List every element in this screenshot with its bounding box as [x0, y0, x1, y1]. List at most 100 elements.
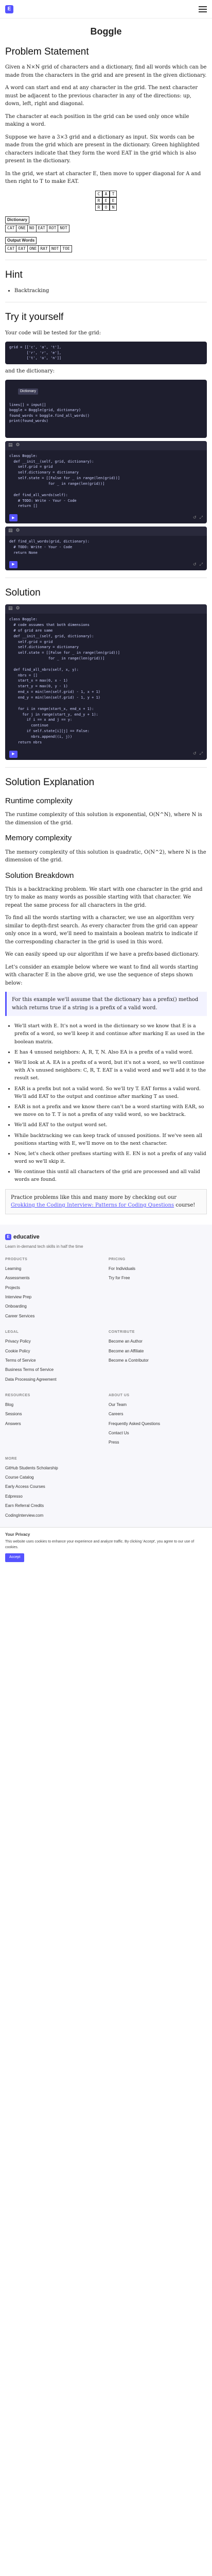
footer-link[interactable]: Our Team — [109, 1402, 207, 1408]
run-button[interactable]: ▶ — [9, 514, 17, 522]
fullscreen-icon[interactable]: ⤢ — [200, 562, 203, 568]
settings-icon[interactable]: ⚙ — [16, 442, 20, 449]
reset-icon[interactable]: ↺ — [193, 751, 197, 757]
footer-column: MORE GitHub Students Scholarship Course Ca… — [5, 1456, 103, 1522]
code-editor: ▤ ⚙ class Boggle: def __init__(self, gri… — [5, 440, 207, 524]
footer-link[interactable]: Try for Free — [109, 1275, 207, 1281]
privacy-text: This website uses cookies to enhance you… — [5, 1540, 195, 1550]
run-button[interactable]: ▶ — [9, 561, 17, 568]
example-grid: CATREERON — [5, 190, 207, 211]
settings-icon[interactable]: ⚙ — [16, 605, 20, 613]
footer-link[interactable]: Privacy Policy — [5, 1338, 103, 1345]
footer-column-title: CONTRIBUTE — [109, 1330, 135, 1334]
footer-link[interactable]: GitHub Students Scholarship — [5, 1465, 103, 1471]
footer-link[interactable]: Terms of Service — [5, 1358, 103, 1364]
footer-link[interactable]: Data Processing Agreement — [5, 1377, 103, 1383]
privacy-title: Your Privacy — [5, 1532, 30, 1537]
python-icon[interactable]: ▤ — [8, 605, 13, 613]
footer-column: PRICING For Individuals Try for Free — [109, 1257, 207, 1323]
footer-link[interactable]: Interview Prep — [5, 1294, 103, 1300]
footer-link[interactable]: CodingInterview.com — [5, 1513, 103, 1519]
code-body[interactable]: def find_all_words(grid, dictionary): # … — [5, 536, 207, 559]
reset-icon[interactable]: ↺ — [193, 562, 197, 568]
dictionary-word: NO — [27, 225, 37, 232]
footer-column-title: PRICING — [109, 1258, 126, 1262]
problem-paragraph: A word can start and end at any characte… — [5, 85, 198, 107]
python-icon[interactable]: ▤ — [8, 528, 13, 535]
footer-link[interactable]: Early Access Courses — [5, 1484, 103, 1490]
code-editor: ▤ ⚙ def find_all_words(grid, dictionary)… — [5, 527, 207, 570]
try-heading: Try it yourself — [5, 312, 64, 323]
footer-link[interactable]: Answers — [5, 1421, 103, 1427]
output-word: ONE — [27, 245, 39, 253]
footer-link[interactable]: Career Services — [5, 1313, 103, 1319]
problem-heading: Problem Statement — [5, 46, 89, 57]
problem-paragraph: In the grid, we start at character E, th… — [5, 171, 201, 185]
fullscreen-icon[interactable]: ⤢ — [200, 751, 203, 757]
code-toolbar: ▤ ⚙ — [5, 527, 207, 536]
footer-link[interactable]: Become a Contributor — [109, 1358, 207, 1364]
step-item: We continue this until all characters of… — [14, 1168, 207, 1183]
page-title: Boggle — [90, 26, 122, 37]
menu-icon[interactable] — [199, 6, 207, 12]
footer-column-title: RESOURCES — [5, 1394, 30, 1398]
course-link[interactable]: Grokking the Coding Interview: Patterns … — [11, 1202, 174, 1208]
footer-link[interactable]: Earn Referral Credits — [5, 1503, 103, 1509]
fullscreen-icon[interactable]: ⤢ — [200, 515, 203, 521]
breakdown-paragraph: This is a backtracking problem. We start… — [5, 886, 203, 908]
footer-link[interactable]: Cookie Policy — [5, 1348, 103, 1354]
footer-link[interactable]: Become an Affiliate — [109, 1348, 207, 1354]
top-bar: E — [0, 0, 212, 19]
footer-column-title: PRODUCTS — [5, 1258, 28, 1262]
logo-icon[interactable]: E — [5, 5, 13, 13]
problem-paragraph: The character at each position in the gr… — [5, 113, 189, 128]
reset-icon[interactable]: ↺ — [193, 515, 197, 521]
footer-brand[interactable]: E educative — [5, 1233, 207, 1242]
logo-icon: E — [5, 1234, 11, 1241]
footer-link[interactable]: Blog — [5, 1402, 103, 1408]
footer-link[interactable]: Business Terms of Service — [5, 1367, 103, 1373]
footer-link[interactable]: Assessments — [5, 1275, 103, 1281]
code-body[interactable]: class Boggle: def __init__(self, grid, d… — [5, 450, 207, 512]
footer-link[interactable]: Edpresso — [5, 1494, 103, 1500]
step-item: Now, let's check other prefixes starting… — [14, 1150, 207, 1165]
dictionary-word: CAT — [5, 225, 17, 232]
footer-column: PRODUCTS Learning Assessments Projects Inter… — [5, 1257, 103, 1323]
footer-link[interactable]: Learning — [5, 1266, 103, 1272]
footer-link[interactable]: Contact Us — [109, 1430, 207, 1436]
footer-link[interactable]: Press — [109, 1439, 207, 1446]
step-item: E has 4 unused neighbors: A, R, T, N. Al… — [14, 1048, 207, 1056]
footer-link[interactable]: Become an Author — [109, 1338, 207, 1345]
try-paragraph: Your code will be tested for the grid: — [5, 330, 101, 336]
accept-button[interactable]: Accept — [5, 1553, 25, 1562]
hint-heading: Hint — [5, 269, 23, 281]
runtime-heading: Runtime complexity — [5, 796, 73, 806]
grid-code-block: grid = [['c', 'a', 't'], ['r', 'r', 'e']… — [5, 342, 207, 364]
settings-icon[interactable]: ⚙ — [16, 528, 20, 535]
hint-list: Backtracking — [14, 287, 207, 295]
run-button[interactable]: ▶ — [9, 750, 17, 758]
dict-code-block: Dictionary lines[] = input[] boggle = Bo… — [5, 380, 207, 438]
dictionary-word: EAT — [36, 225, 47, 232]
code-body[interactable]: class Boggle: # code assumes that both d… — [5, 614, 207, 748]
dictionary-word: ROT — [47, 225, 59, 232]
footer-link[interactable]: For Individuals — [109, 1266, 207, 1272]
footer-link[interactable]: Course Catalog — [5, 1475, 103, 1481]
footer-link[interactable]: Frequently Asked Questions — [109, 1421, 207, 1427]
footer-link[interactable]: Onboarding — [5, 1303, 103, 1310]
brand-name: educative — [13, 1233, 40, 1240]
footer-link[interactable]: Projects — [5, 1285, 103, 1291]
footer-link[interactable]: Sessions — [5, 1411, 103, 1417]
practice-text: Practice problems like this and many mor… — [11, 1194, 177, 1200]
practice-text-end: course! — [175, 1202, 196, 1209]
io-lines: lines[] = input[] boggle = Boggle(grid, … — [9, 402, 90, 423]
breakdown-paragraph: Let's consider an example below where we… — [5, 964, 198, 986]
python-icon[interactable]: ▤ — [8, 442, 13, 449]
memory-heading: Memory complexity — [5, 834, 72, 843]
privacy-banner: Your Privacy This website uses cookies t… — [0, 1527, 212, 1566]
footer-link[interactable]: Careers — [109, 1411, 207, 1417]
footer-column: CONTRIBUTE Become an Author Become an Affi… — [109, 1330, 207, 1386]
footer-column: LEGAL Privacy Policy Cookie Policy Terms of… — [5, 1330, 103, 1386]
output-box: Output Words CAT EAT ONE RAT NOT TOE — [5, 235, 207, 253]
assumption-callout: For this example we'll assume that the d… — [5, 992, 207, 1016]
